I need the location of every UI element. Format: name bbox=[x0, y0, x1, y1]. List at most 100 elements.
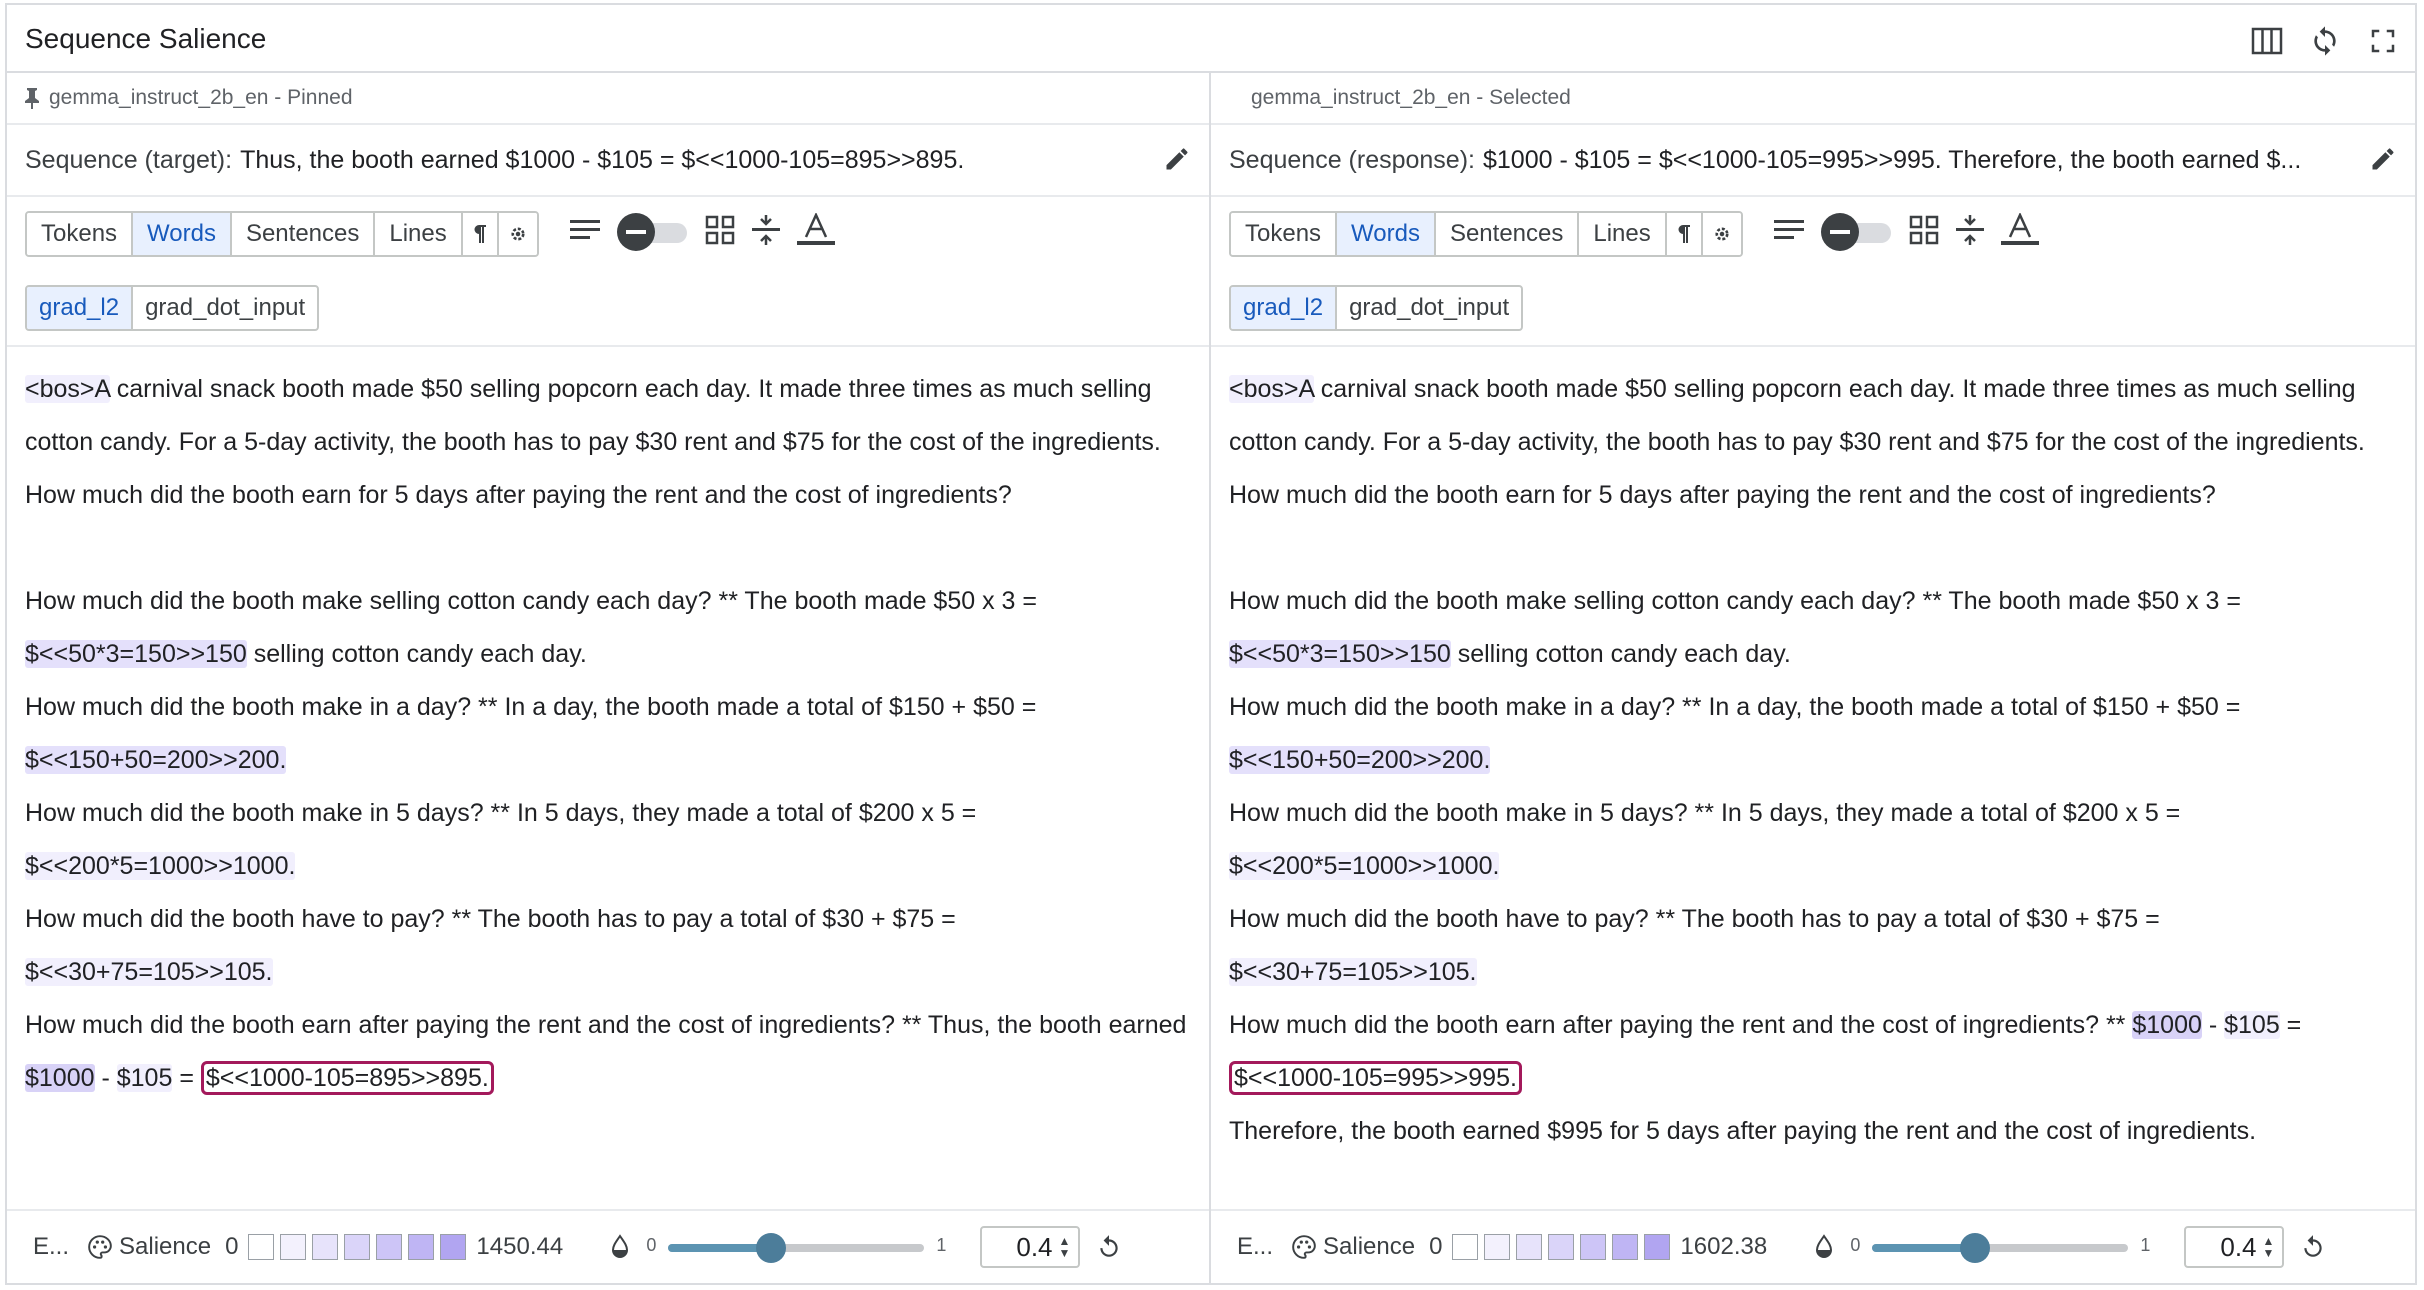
prompt-paragraph: <bos>A carnival snack booth made $50 sel… bbox=[25, 375, 1161, 509]
answer-4[interactable]: $<<30+75=105>>105. bbox=[1229, 958, 1477, 986]
swatch bbox=[1612, 1234, 1639, 1260]
granularity-lines[interactable]: Lines bbox=[1579, 213, 1667, 255]
word-1000[interactable]: $1000 bbox=[2132, 1011, 2202, 1039]
bos-token[interactable]: <bos>A bbox=[1229, 375, 1314, 403]
swatch bbox=[280, 1234, 307, 1260]
salience-text: <bos>A carnival snack booth made $50 sel… bbox=[1229, 363, 2403, 1158]
granularity-selector: Tokens Words Sentences Lines bbox=[25, 211, 539, 257]
answer-2[interactable]: $<<150+50=200>>200. bbox=[25, 746, 287, 774]
opacity-number-input[interactable]: 0.4 ▲ ▼ bbox=[980, 1226, 1081, 1268]
word-1000[interactable]: $1000 bbox=[25, 1064, 95, 1092]
pin-icon[interactable] bbox=[23, 87, 41, 109]
step-5: How much did the booth earn after paying… bbox=[1229, 999, 2403, 1105]
granularity-tokens[interactable]: Tokens bbox=[1231, 213, 1338, 255]
wrap-text-icon[interactable] bbox=[1773, 217, 1805, 248]
legend-short-label: E... bbox=[33, 1233, 70, 1260]
model-row: gemma_instruct_2b_en - Pinned bbox=[7, 73, 1209, 125]
answer-3[interactable]: $<<200*5=1000>>1000. bbox=[25, 852, 296, 880]
spinner-icon[interactable]: ▲ ▼ bbox=[2263, 1235, 2275, 1259]
grid-view-icon[interactable] bbox=[705, 215, 735, 250]
right-panel: gemma_instruct_2b_en - Selected Sequence… bbox=[1211, 73, 2415, 1283]
minus-icon bbox=[1821, 213, 1859, 251]
sequence-text: $1000 - $105 = $<<1000-105=995>>995. The… bbox=[1482, 145, 2302, 174]
prompt-paragraph: <bos>A carnival snack booth made $50 sel… bbox=[1229, 375, 2365, 509]
slider-thumb[interactable] bbox=[755, 1233, 786, 1263]
granularity-tokens[interactable]: Tokens bbox=[27, 213, 134, 255]
granularity-sentences[interactable]: Sentences bbox=[231, 213, 376, 255]
answer-3[interactable]: $<<200*5=1000>>1000. bbox=[1229, 852, 1500, 880]
legend-short-label: E... bbox=[1237, 1233, 1274, 1260]
slider-thumb[interactable] bbox=[1959, 1233, 1990, 1263]
method-grad-dot-input[interactable]: grad_dot_input bbox=[1337, 287, 1521, 329]
step-3: How much did the booth make in 5 days? *… bbox=[1229, 799, 2181, 880]
opacity-slider[interactable]: 0 1 bbox=[646, 1227, 946, 1267]
legend-min: 0 bbox=[225, 1233, 239, 1260]
paragraph-icon[interactable] bbox=[1666, 213, 1703, 255]
swatch bbox=[1516, 1234, 1543, 1260]
wrap-text-icon[interactable] bbox=[569, 217, 601, 248]
swatch bbox=[1452, 1234, 1479, 1260]
dense-view-toggle[interactable] bbox=[617, 211, 689, 253]
salience-text: <bos>A carnival snack booth made $50 sel… bbox=[25, 363, 1197, 1105]
grid-view-icon[interactable] bbox=[1909, 215, 1939, 250]
step-2: How much did the booth make in a day? **… bbox=[1229, 693, 2241, 774]
minus-icon bbox=[617, 213, 655, 251]
settings-icon[interactable] bbox=[1702, 213, 1741, 255]
model-row: gemma_instruct_2b_en - Selected bbox=[1211, 73, 2415, 125]
granularity-lines[interactable]: Lines bbox=[375, 213, 463, 255]
word-105[interactable]: $105 bbox=[116, 1064, 173, 1092]
refresh-icon[interactable] bbox=[2307, 23, 2343, 59]
answer-1[interactable]: $<<50*3=150>>150 bbox=[25, 640, 247, 668]
module-title: Sequence Salience bbox=[25, 23, 267, 54]
palette-icon[interactable] bbox=[1291, 1234, 1317, 1260]
compress-icon[interactable] bbox=[1955, 213, 1985, 252]
granularity-sentences[interactable]: Sentences bbox=[1435, 213, 1580, 255]
paragraph-icon[interactable] bbox=[462, 213, 499, 255]
word-105[interactable]: $105 bbox=[2224, 1011, 2280, 1039]
method-grad-dot-input[interactable]: grad_dot_input bbox=[133, 287, 317, 329]
module-header: Sequence Salience bbox=[7, 5, 2415, 73]
compress-icon[interactable] bbox=[751, 213, 781, 252]
target-span[interactable]: $<<1000-105=895>>895. bbox=[200, 1061, 494, 1095]
edit-icon[interactable] bbox=[1163, 145, 1191, 180]
answer-1[interactable]: $<<50*3=150>>150 bbox=[1229, 640, 1451, 668]
method-grad-l2[interactable]: grad_l2 bbox=[27, 287, 134, 329]
reset-icon[interactable] bbox=[1096, 1234, 1122, 1260]
text-color-icon[interactable] bbox=[797, 211, 835, 252]
model-label: gemma_instruct_2b_en - Pinned bbox=[49, 86, 353, 109]
edit-icon[interactable] bbox=[2369, 145, 2397, 180]
opacity-number-input[interactable]: 0.4 ▲ ▼ bbox=[2184, 1226, 2285, 1268]
swatch bbox=[1644, 1234, 1671, 1260]
step-4: How much did the booth have to pay? ** T… bbox=[1229, 905, 2160, 986]
bos-token[interactable]: <bos>A bbox=[25, 375, 110, 403]
sequence-salience-module: Sequence Salience gemma_instruct_2b_en -… bbox=[5, 3, 2417, 1285]
swatch bbox=[1548, 1234, 1575, 1260]
granularity-words[interactable]: Words bbox=[1337, 213, 1436, 255]
opacity-slider[interactable]: 0 1 bbox=[1850, 1227, 2150, 1267]
legend-footer: E... Salience 0 1450.44 0 1 0.4 ▲ ▼ bbox=[7, 1209, 1209, 1283]
target-span[interactable]: $<<1000-105=995>>995. bbox=[1229, 1061, 1522, 1095]
step-2: How much did the booth make in a day? **… bbox=[25, 693, 1037, 774]
sequence-text: Thus, the booth earned $1000 - $105 = $<… bbox=[240, 145, 965, 174]
answer-2[interactable]: $<<150+50=200>>200. bbox=[1229, 746, 1491, 774]
text-color-icon[interactable] bbox=[2001, 211, 2039, 252]
view-columns-icon[interactable] bbox=[2249, 23, 2285, 59]
method-grad-l2[interactable]: grad_l2 bbox=[1231, 287, 1338, 329]
swatch bbox=[408, 1234, 435, 1260]
left-panel: gemma_instruct_2b_en - Pinned Sequence (… bbox=[7, 73, 1211, 1283]
dense-view-toggle[interactable] bbox=[1821, 211, 1893, 253]
response-tail: Therefore, the booth earned $995 for 5 d… bbox=[1229, 1117, 2257, 1145]
reset-icon[interactable] bbox=[2300, 1234, 2326, 1260]
sequence-row: Sequence (response): $1000 - $105 = $<<1… bbox=[1211, 125, 2415, 197]
sequence-label: Sequence (response): bbox=[1229, 145, 1475, 174]
step-1: How much did the booth make selling cott… bbox=[1229, 587, 2241, 668]
salience-swatches bbox=[1452, 1234, 1671, 1260]
legend-max: 1602.38 bbox=[1680, 1233, 1768, 1260]
answer-4[interactable]: $<<30+75=105>>105. bbox=[25, 958, 273, 986]
palette-icon[interactable] bbox=[87, 1234, 113, 1260]
spinner-icon[interactable]: ▲ ▼ bbox=[1059, 1235, 1071, 1259]
salience-method-selector: grad_l2 grad_dot_input bbox=[25, 285, 320, 331]
settings-icon[interactable] bbox=[498, 213, 537, 255]
granularity-words[interactable]: Words bbox=[133, 213, 232, 255]
fullscreen-icon[interactable] bbox=[2365, 23, 2401, 59]
